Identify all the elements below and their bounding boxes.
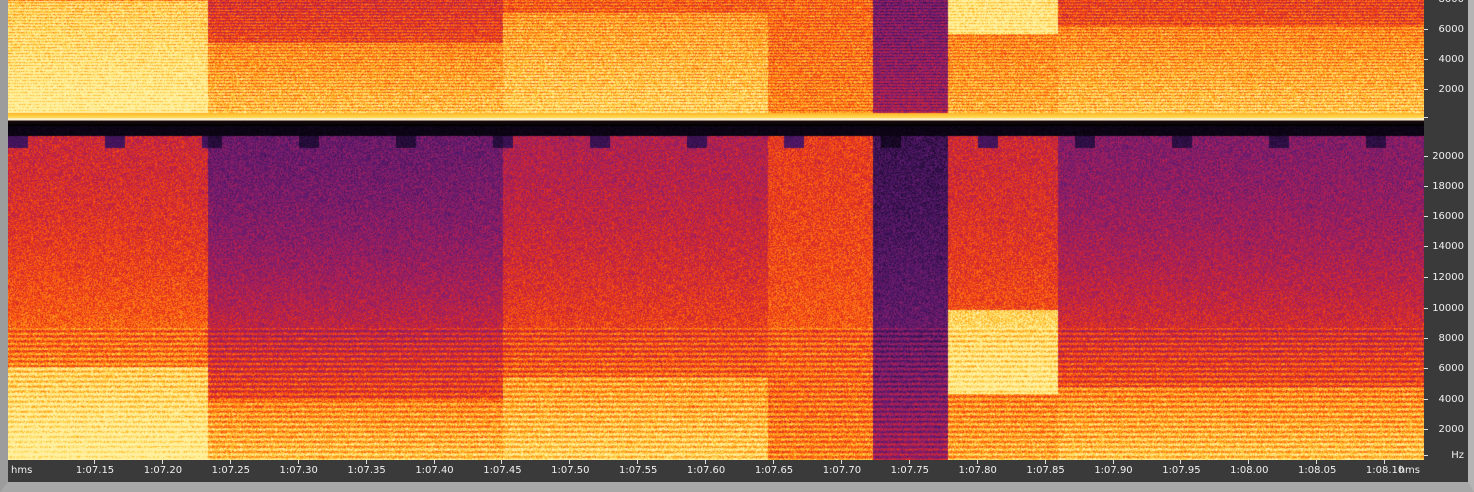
- tick-mark: [1044, 460, 1046, 464]
- tick-mark: [705, 460, 707, 464]
- frequency-tick-label: 6000: [1438, 363, 1464, 374]
- ruler-corner: [1424, 460, 1468, 482]
- spectrogram-channel-bottom[interactable]: [8, 126, 1424, 460]
- time-tick-label: 1:07.95: [1162, 465, 1201, 476]
- frequency-tick-label: 20000: [1432, 151, 1464, 162]
- tick-mark: [1384, 460, 1386, 464]
- frequency-tick-label: 8000: [1438, 333, 1464, 344]
- tick-mark: [1112, 460, 1114, 464]
- spectrogram-canvas-top[interactable]: [8, 0, 1424, 118]
- tick-mark: [1248, 460, 1250, 464]
- frequency-tick: 6000: [1424, 24, 1468, 36]
- tick-mark: [569, 460, 571, 464]
- frequency-tick: 20000: [1424, 151, 1468, 163]
- tick-mark: [1424, 277, 1428, 278]
- tick-mark: [1424, 399, 1428, 400]
- time-tick-label: 1:07.45: [483, 465, 522, 476]
- time-tick-label: 1:07.85: [1026, 465, 1065, 476]
- frequency-tick-label: 4000: [1438, 394, 1464, 405]
- frequency-tick-label: 10000: [1432, 303, 1464, 314]
- tick-mark: [976, 460, 978, 464]
- time-tick-label: 1:07.35: [347, 465, 386, 476]
- time-tick-label: 1:07.40: [415, 465, 454, 476]
- tick-mark: [1424, 29, 1428, 30]
- tick-mark: [1424, 308, 1428, 309]
- frequency-tick-label: 12000: [1432, 272, 1464, 283]
- time-tick-label: 1:07.55: [619, 465, 658, 476]
- tick-mark: [840, 460, 842, 464]
- frequency-tick-label: 18000: [1432, 181, 1464, 192]
- frequency-tick-label: 2000: [1438, 424, 1464, 435]
- tick-mark: [908, 460, 910, 464]
- tick-mark: [1424, 338, 1428, 339]
- time-tick-label: 1:07.70: [822, 465, 862, 476]
- frequency-ruler-bottom: 20000 18000 16000 14000 12000 10000 8000 6000 40…: [1424, 126, 1468, 461]
- time-tick-label: 1:07.60: [686, 465, 726, 476]
- tick-mark: [433, 460, 435, 464]
- frequency-tick-label: 8000: [1439, 0, 1464, 5]
- time-tick-label: 1:07.20: [143, 465, 183, 476]
- frequency-tick: 8000: [1424, 0, 1468, 6]
- time-tick-label: 1:07.30: [279, 465, 318, 476]
- time-tick-label: 1:08.05: [1298, 465, 1337, 476]
- frequency-tick: 2000: [1424, 84, 1468, 96]
- tick-mark: [94, 460, 95, 464]
- frequency-tick: 6000: [1424, 363, 1468, 375]
- frequency-tick-label: 2000: [1438, 84, 1464, 95]
- time-tick-label: 1:07.80: [958, 465, 997, 476]
- frequency-tick-label: 14000: [1432, 241, 1464, 252]
- tick-mark: [161, 460, 163, 464]
- time-unit-label-left: hms: [11, 465, 33, 476]
- tick-mark: [1424, 89, 1428, 90]
- frequency-tick: 8000: [1424, 333, 1468, 345]
- time-tick-label: 1:07.50: [551, 465, 590, 476]
- tick-mark: [297, 460, 299, 464]
- tick-mark: [773, 460, 774, 464]
- tick-mark: [1316, 460, 1318, 464]
- tick-mark: [365, 460, 367, 464]
- spectrogram-canvas-bottom[interactable]: [8, 126, 1424, 460]
- frequency-tick-label: 4000: [1438, 54, 1464, 65]
- tick-mark: [637, 460, 639, 464]
- frequency-tick-label: 6000: [1438, 24, 1464, 35]
- tick-mark: [1424, 59, 1428, 60]
- tick-mark: [1424, 368, 1428, 369]
- time-ruler[interactable]: hms hms 1:07.15 1:07.20 1:07.25 1:07.30 1:07…: [8, 460, 1424, 482]
- tick-mark: [1424, 156, 1428, 157]
- frequency-tick: 14000: [1424, 241, 1468, 253]
- time-tick-label: 1:07.90: [1094, 465, 1133, 476]
- frequency-tick-label: 16000: [1432, 211, 1464, 222]
- frequency-tick: 4000: [1424, 54, 1468, 66]
- time-tick-label: 1:08.10: [1365, 465, 1405, 476]
- frequency-tick: 2000: [1424, 424, 1468, 436]
- time-tick-label: 1:07.25: [211, 465, 250, 476]
- time-tick-label: 1:07.75: [890, 465, 929, 476]
- time-tick-label: 1:07.65: [754, 465, 794, 476]
- tick-mark: [501, 460, 503, 464]
- frequency-tick: 10000: [1424, 303, 1468, 315]
- channel-divider: [8, 118, 1424, 126]
- spectrogram-window: 8000 6000 4000 2000 20000 18000 16000 14000 120…: [0, 0, 1474, 492]
- spectrogram-channel-top[interactable]: [8, 0, 1424, 118]
- tick-mark: [1424, 429, 1428, 430]
- frequency-tick: 18000: [1424, 181, 1468, 193]
- tick-mark: [1424, 455, 1428, 456]
- tick-mark: [1424, 186, 1428, 187]
- frequency-tick: 16000: [1424, 211, 1468, 223]
- time-tick-label: 1:08.00: [1230, 465, 1269, 476]
- tick-mark: [229, 460, 231, 464]
- frequency-tick: 12000: [1424, 272, 1468, 284]
- tick-mark: [1424, 246, 1428, 247]
- frequency-tick: 4000: [1424, 394, 1468, 406]
- tick-mark: [1180, 460, 1182, 464]
- tick-mark: [1424, 216, 1428, 217]
- ruler-gap: [1424, 118, 1468, 126]
- frequency-ruler-top: 8000 6000 4000 2000: [1424, 0, 1468, 118]
- time-tick-label: 1:07.15: [75, 465, 115, 476]
